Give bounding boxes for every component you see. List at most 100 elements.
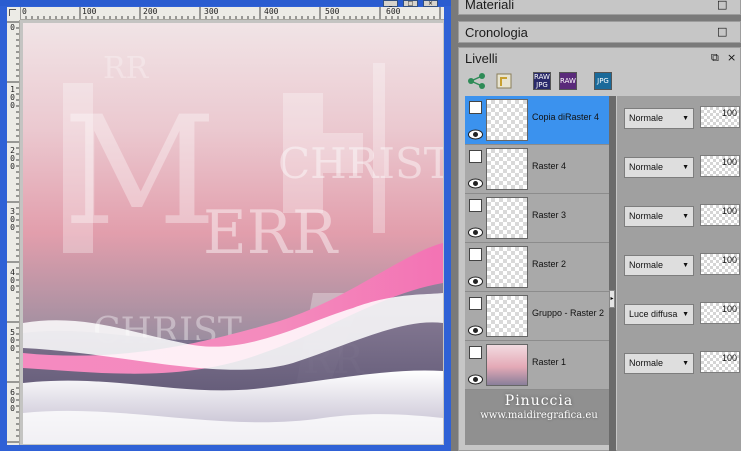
image-window: _ □ × 0 100 200 300 400 500 600 0 100 20… <box>0 0 451 451</box>
layer-toolbar: RAW JPG RAW JPG <box>467 72 737 94</box>
blend-mode-value: Normale <box>629 162 664 172</box>
ruler-label-vertical: 300 <box>10 207 15 232</box>
layer-visibility-mask-icon[interactable] <box>469 248 482 261</box>
layer-visibility-mask-icon[interactable] <box>469 150 482 163</box>
layer-properties-row: Normale ▼ 100 <box>617 341 741 390</box>
dropdown-arrow-icon: ▼ <box>682 360 689 367</box>
opacity-field[interactable]: 100 <box>700 106 740 128</box>
blend-mode-value: Normale <box>629 113 664 123</box>
ruler-label: 600 <box>386 7 401 16</box>
raw-jpg-button[interactable]: RAW JPG <box>533 72 551 90</box>
eye-icon[interactable] <box>468 223 483 238</box>
panel-title: Cronologia <box>465 25 528 40</box>
blend-mode-select[interactable]: Normale ▼ <box>624 353 694 374</box>
minimize-button[interactable]: _ <box>383 0 398 7</box>
blend-mode-select[interactable]: Normale ▼ <box>624 108 694 129</box>
opacity-value: 100 <box>722 353 738 363</box>
opacity-field[interactable]: 100 <box>700 155 740 177</box>
ruler-label-vertical: 100 <box>10 85 15 110</box>
close-panel-icon[interactable]: × <box>727 51 739 64</box>
ruler-label-vertical: 600 <box>10 388 15 413</box>
maximize-button[interactable]: □ <box>403 0 418 7</box>
opacity-field[interactable]: 100 <box>700 351 740 373</box>
ruler-corner <box>7 7 20 20</box>
blend-mode-select[interactable]: Normale ▼ <box>624 206 694 227</box>
layer-row[interactable]: Raster 1 <box>465 341 615 390</box>
layer-properties-row: Normale ▼ 100 <box>617 243 741 292</box>
panel-title: Materiali <box>465 0 515 12</box>
blend-mode-value: Luce diffusa <box>629 309 678 319</box>
blend-mode-select[interactable]: Normale ▼ <box>624 255 694 276</box>
layer-visibility-mask-icon[interactable] <box>469 199 482 212</box>
ruler-label: 400 <box>264 7 279 16</box>
layer-name: Copia diRaster 4 <box>532 112 600 122</box>
dropdown-arrow-icon: ▼ <box>682 115 689 122</box>
link-layers-icon[interactable] <box>467 72 487 90</box>
ruler-label: 0 <box>22 7 27 16</box>
dropdown-arrow-icon: ▼ <box>682 213 689 220</box>
layer-thumbnail <box>486 295 528 337</box>
maximize-panel-icon[interactable]: □ <box>717 25 729 38</box>
layer-properties: Normale ▼ 100 Normale ▼ 100 Normale ▼ 100 N… <box>617 96 741 451</box>
splitter-handle[interactable]: ▸ <box>609 290 615 308</box>
ruler-label: 100 <box>82 7 97 16</box>
eye-icon[interactable] <box>468 174 483 189</box>
window-controls: _ □ × <box>383 0 443 7</box>
layer-row[interactable]: Raster 3 <box>465 194 615 243</box>
layer-properties-row: Normale ▼ 100 <box>617 145 741 194</box>
panel-splitter[interactable] <box>609 96 616 451</box>
artwork-word-rr: RR <box>103 51 150 86</box>
panel-materiali[interactable]: Materiali □ <box>458 0 741 15</box>
blend-mode-value: Normale <box>629 358 664 368</box>
layer-row[interactable]: Gruppo - Raster 2 <box>465 292 615 341</box>
dropdown-arrow-icon: ▼ <box>682 164 689 171</box>
opacity-value: 100 <box>722 108 738 118</box>
horizontal-ruler-ticks <box>19 7 441 19</box>
artwork-image: M CHRIST CHRIST ERR RR RR <box>23 23 443 444</box>
vertical-ruler: 0 100 200 300 400 500 600 <box>7 20 20 445</box>
panel-cronologia[interactable]: Cronologia □ <box>458 21 741 43</box>
layer-name: Raster 3 <box>532 210 567 220</box>
opacity-value: 100 <box>722 255 738 265</box>
artwork-canvas[interactable]: M CHRIST CHRIST ERR RR RR <box>23 23 443 444</box>
close-button[interactable]: × <box>423 0 438 7</box>
dropdown-arrow-icon: ▼ <box>682 311 689 318</box>
eye-icon[interactable] <box>468 321 483 336</box>
eye-icon[interactable] <box>468 370 483 385</box>
layer-row[interactable]: Raster 2 <box>465 243 615 292</box>
ruler-label: 500 <box>325 7 340 16</box>
layer-visibility-mask-icon[interactable] <box>469 297 482 310</box>
blend-mode-select[interactable]: Luce diffusa ▼ <box>624 304 694 325</box>
opacity-field[interactable]: 100 <box>700 204 740 226</box>
layer-thumbnail <box>486 99 528 141</box>
opacity-value: 100 <box>722 206 738 216</box>
opacity-value: 100 <box>722 304 738 314</box>
eye-icon[interactable] <box>468 272 483 287</box>
ruler-label-vertical: 200 <box>10 146 15 171</box>
opacity-value: 100 <box>722 157 738 167</box>
blend-mode-select[interactable]: Normale ▼ <box>624 157 694 178</box>
horizontal-ruler: 0 100 200 300 400 500 600 <box>7 7 444 20</box>
ruler-label: 300 <box>204 7 219 16</box>
layer-row[interactable]: Copia diRaster 4 <box>465 96 615 145</box>
layer-properties-row: Normale ▼ 100 <box>617 96 741 145</box>
blend-mode-value: Normale <box>629 211 664 221</box>
opacity-field[interactable]: 100 <box>700 302 740 324</box>
opacity-field[interactable]: 100 <box>700 253 740 275</box>
raw-button[interactable]: RAW <box>559 72 577 90</box>
restore-panel-icon[interactable]: ⧉ <box>711 51 723 64</box>
layer-visibility-mask-icon[interactable] <box>469 346 482 359</box>
jpg-button[interactable]: JPG <box>594 72 612 90</box>
vertical-ruler-ticks <box>7 21 19 443</box>
maximize-panel-icon[interactable]: □ <box>717 0 729 11</box>
layer-properties-row: Luce diffusa ▼ 100 <box>617 292 741 341</box>
eye-icon[interactable] <box>468 125 483 140</box>
layer-row[interactable]: Raster 4 <box>465 145 615 194</box>
new-layer-icon[interactable] <box>495 72 513 90</box>
watermark: Pinuccia www.maidiregrafica.eu <box>474 393 604 421</box>
layer-visibility-mask-icon[interactable] <box>469 101 482 114</box>
blend-mode-value: Normale <box>629 260 664 270</box>
right-panels: Materiali □ Cronologia □ Livelli ⧉ × RAW… <box>451 0 741 451</box>
layer-name: Raster 1 <box>532 357 567 367</box>
layer-properties-row: Normale ▼ 100 <box>617 194 741 243</box>
